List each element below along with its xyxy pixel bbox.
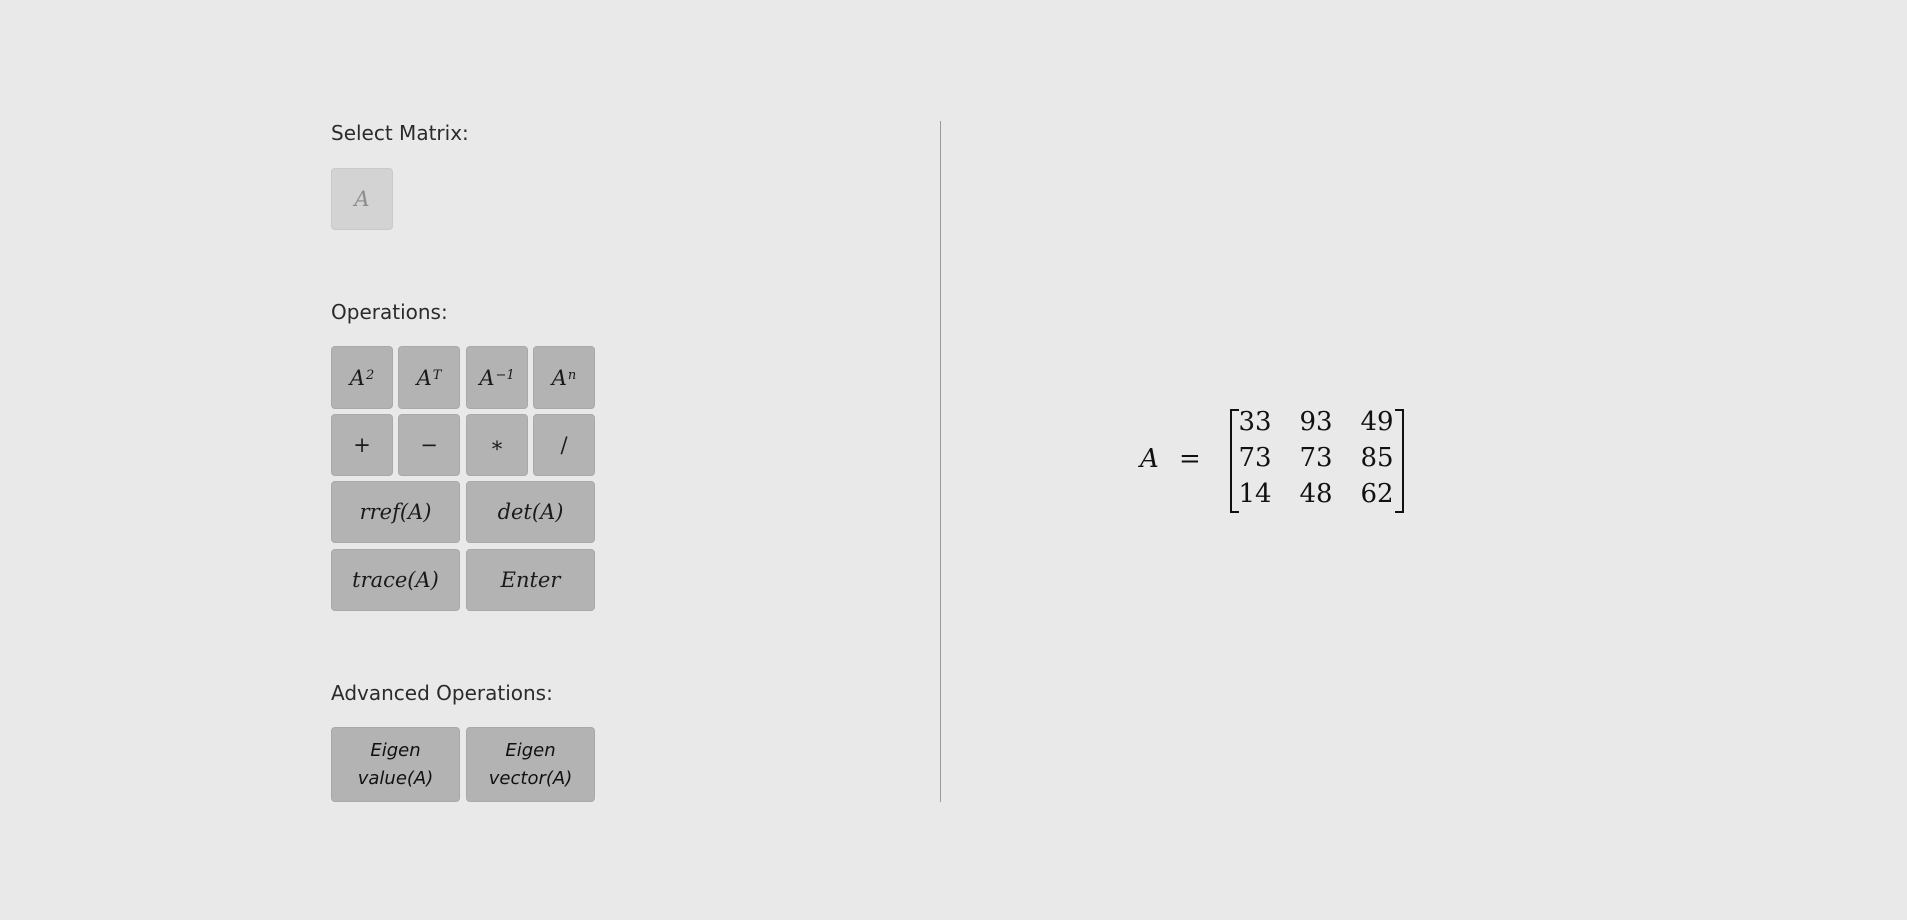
matrix-cell: 73: [1299, 443, 1333, 473]
transpose-base: A: [416, 365, 432, 390]
matrix-cell: 62: [1360, 479, 1394, 509]
matrix-name: A: [1140, 444, 1159, 474]
matrix-cell: 73: [1238, 443, 1272, 473]
matrix-cell: 33: [1238, 407, 1272, 437]
rref-button[interactable]: rref(A): [331, 481, 460, 543]
enter-button[interactable]: Enter: [466, 549, 595, 611]
power-n-base: A: [551, 365, 567, 390]
matrix-cell: 49: [1360, 407, 1394, 437]
panel-divider: [940, 121, 941, 802]
eigenvector-button[interactable]: Eigen vector(A): [466, 727, 595, 802]
inverse-exponent: −1: [495, 368, 515, 383]
matrix-cell: 85: [1360, 443, 1394, 473]
advanced-operations-label: Advanced Operations:: [331, 681, 553, 705]
eigenvalue-line1: Eigen: [370, 739, 421, 761]
matrix-calculator-app: Select Matrix: A Operations: A2 AT A −1 A…: [0, 0, 1907, 920]
square-exponent: 2: [365, 368, 375, 383]
eigenvalue-line2: value(A): [357, 767, 434, 789]
transpose-exponent: T: [432, 368, 442, 383]
equals-sign: =: [1179, 444, 1201, 474]
multiply-button[interactable]: ∗: [466, 414, 528, 476]
trace-button[interactable]: trace(A): [331, 549, 460, 611]
add-button[interactable]: +: [331, 414, 393, 476]
square-base: A: [349, 365, 365, 390]
determinant-button[interactable]: det(A): [466, 481, 595, 543]
operations-label: Operations:: [331, 300, 448, 324]
matrix-cell: 14: [1238, 479, 1272, 509]
matrix-cell: 48: [1299, 479, 1333, 509]
power-n-button[interactable]: An: [533, 346, 595, 409]
matrix-a-select-button[interactable]: A: [331, 168, 393, 230]
power-n-exponent: n: [567, 368, 577, 383]
inverse-button[interactable]: A −1: [466, 346, 528, 409]
subtract-button[interactable]: −: [398, 414, 460, 476]
square-button[interactable]: A2: [331, 346, 393, 409]
matrix-cell: 93: [1299, 407, 1333, 437]
transpose-button[interactable]: AT: [398, 346, 460, 409]
divide-button[interactable]: /: [533, 414, 595, 476]
inverse-base: A: [479, 365, 495, 390]
select-matrix-label: Select Matrix:: [331, 121, 469, 145]
eigenvalue-button[interactable]: Eigen value(A): [331, 727, 460, 802]
eigenvector-line1: Eigen: [505, 739, 556, 761]
eigenvector-line2: vector(A): [488, 767, 573, 789]
